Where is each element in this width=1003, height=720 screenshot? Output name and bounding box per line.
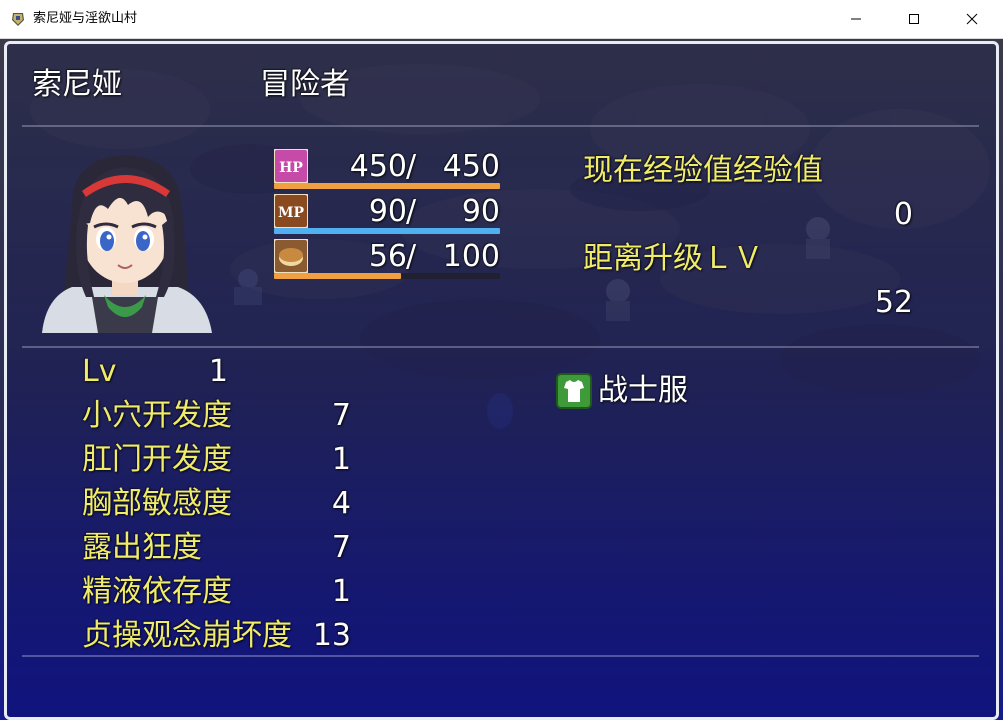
minimize-button[interactable]	[827, 0, 885, 38]
armor-icon	[556, 373, 592, 409]
stat-label: 胸部敏感度	[82, 486, 232, 521]
bread-max: 100	[442, 239, 500, 274]
bread-current: 56	[368, 239, 407, 274]
gauge-separator: /	[406, 149, 417, 184]
game-screen: 索尼娅 冒险者 HP 450/450 MP 90/90 56/100 现在经验值…	[0, 39, 1003, 720]
divider-top	[22, 125, 979, 127]
window-title: 索尼娅与淫欲山村	[33, 11, 138, 26]
exp-next-value: 52	[874, 285, 913, 320]
stat-value: 1	[331, 442, 351, 477]
exp-current-value: 0	[893, 197, 913, 232]
stat-label: 肛门开发度	[82, 442, 232, 477]
maximize-icon	[909, 14, 919, 24]
gauge-separator: /	[406, 239, 417, 274]
minimize-icon	[851, 18, 861, 20]
close-icon	[966, 13, 978, 25]
hp-current: 450	[349, 149, 407, 184]
stat-label: 贞操观念崩坏度	[82, 618, 292, 653]
bread-icon	[274, 239, 308, 273]
mp-max: 90	[461, 194, 500, 229]
stat-value: 1	[208, 354, 228, 389]
equipment-name: 战士服	[598, 373, 688, 408]
stat-value: 1	[331, 574, 351, 609]
divider-bottom	[22, 655, 979, 657]
maximize-button[interactable]	[885, 0, 943, 38]
mp-icon: MP	[274, 194, 308, 228]
close-button[interactable]	[943, 0, 1001, 38]
svg-text:HP: HP	[279, 160, 303, 176]
exp-next-label: 距离升级ＬＶ	[583, 241, 763, 276]
stat-label: 精液依存度	[82, 574, 232, 609]
window-titlebar[interactable]: 索尼娅与淫欲山村	[0, 0, 1003, 39]
svg-text:MP: MP	[278, 205, 304, 221]
stat-value: 7	[331, 398, 351, 433]
exp-current-label: 现在经验值经验值	[583, 153, 823, 188]
stat-value: 13	[312, 618, 351, 653]
actor-class: 冒险者	[260, 67, 350, 102]
mp-current: 90	[368, 194, 407, 229]
stat-value: 4	[331, 486, 351, 521]
stat-label: Lv	[82, 354, 117, 389]
stat-label: 露出狂度	[82, 530, 202, 565]
actor-name: 索尼娅	[32, 67, 122, 102]
divider-middle	[22, 346, 979, 348]
gauge-separator: /	[406, 194, 417, 229]
hp-max: 450	[442, 149, 500, 184]
stat-value: 7	[331, 530, 351, 565]
stat-label: 小穴开发度	[82, 398, 232, 433]
character-portrait	[42, 155, 212, 333]
hp-icon: HP	[274, 149, 308, 183]
game-app-icon	[12, 13, 24, 26]
